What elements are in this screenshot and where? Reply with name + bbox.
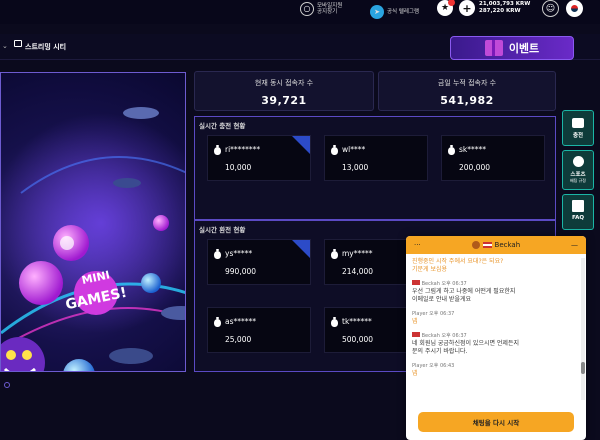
chat-message-meta: Player 오후 06:43: [412, 363, 455, 369]
nav-item-streaming-city[interactable]: 스트리밍 시티: [14, 39, 67, 52]
card-amount: 200,000: [459, 163, 491, 172]
chat-menu-icon[interactable]: ···: [414, 241, 421, 249]
new-badge: [292, 136, 310, 154]
chat-scrollbar[interactable]: [581, 258, 585, 400]
chat-message-meta: Player 오후 06:37: [412, 311, 455, 317]
deposit-section: 실시간 충전 현황 ri******** 10,000 wl**** 13,00…: [194, 116, 556, 220]
faq-icon: [572, 200, 584, 212]
money-bag-icon: [331, 317, 338, 327]
chat-close-icon[interactable]: —: [571, 241, 578, 249]
side-faq-label: FAQ: [571, 215, 585, 221]
support-sublabel: 공지창기: [317, 9, 338, 15]
chat-messages: 진행중인 시작 주에서 요대?은 되요? 기문게 보심용 Beckah 오후 0…: [406, 254, 582, 404]
balance-display: 21,003,793 KRW 287,220 KRW: [479, 1, 530, 15]
chevron-down-icon[interactable]: ⌄: [2, 42, 8, 50]
card-user: sk*****: [459, 145, 487, 154]
chat-scroll-thumb[interactable]: [581, 362, 585, 374]
event-button[interactable]: 이벤트: [450, 36, 574, 60]
card-user: wl****: [342, 145, 366, 154]
chat-message-text: 이메일로 안내 받을게요: [412, 296, 472, 303]
chat-widget: ··· Beckah — 진행중인 시작 주에서 요대?은 되요? 기문게 보심…: [406, 236, 586, 440]
event-label: 이벤트: [508, 42, 540, 55]
side-deposit-label: 충전: [572, 133, 584, 139]
money-bag-icon: [448, 145, 455, 155]
card-amount: 10,000: [225, 163, 252, 172]
cumulative-users-box: 금일 누적 접속자 수 541,982: [378, 71, 556, 111]
chat-message-text: 네 회원님 궁금하신점이 있으시면 언제든지: [412, 340, 519, 347]
money-bag-icon: [331, 145, 338, 155]
restart-chat-label: 채팅을 다시 시작: [472, 419, 520, 427]
wallet-icon: [572, 118, 584, 128]
us-flag-icon: [412, 280, 420, 285]
support-link[interactable]: ○ 모바일지원 공지창기: [300, 2, 342, 16]
top-bar: ○ 모바일지원 공지창기 ➤ 공식 텔레그램 ★ + 21,003,793 KR…: [0, 0, 600, 24]
balance-main: 21,003,793 KRW: [479, 1, 531, 7]
banner-artwork: MINI GAMES!: [1, 107, 185, 371]
tv-icon: [14, 39, 22, 47]
card-user: ri********: [225, 145, 261, 154]
card-user: tk******: [342, 317, 372, 326]
money-bag-icon: [214, 249, 221, 259]
cumulative-users-value: 541,982: [440, 94, 494, 107]
telegram-label: 공식 텔레그램: [387, 9, 420, 15]
korea-flag-icon[interactable]: [566, 0, 583, 17]
chat-message-meta: Beckah 오후 06:37: [421, 281, 467, 287]
agent-name: Beckah: [494, 241, 521, 249]
chat-message-text: 문의 주시기 바랍니다.: [412, 348, 468, 355]
withdraw-card: ys***** 990,000: [207, 239, 311, 285]
deposit-card: wl**** 13,000: [324, 135, 428, 181]
side-sports-button[interactable]: 스포츠 배팅 규정: [562, 150, 594, 190]
side-deposit-button[interactable]: 충전: [562, 110, 594, 146]
chat-message-text: 우선 그림게 하고 나중에 어떤게 필요한지: [412, 288, 516, 295]
add-funds-icon[interactable]: +: [459, 0, 475, 16]
restart-chat-button[interactable]: 채팅을 다시 시작: [418, 412, 574, 432]
agent-avatar-icon: [471, 241, 480, 249]
card-user: as******: [225, 317, 257, 326]
ball-icon: [572, 156, 584, 167]
us-flag-icon: [482, 242, 492, 248]
chat-agent: Beckah: [471, 241, 521, 249]
deposit-card: ri******** 10,000: [207, 135, 311, 181]
card-amount: 25,000: [225, 335, 252, 344]
new-badge: [292, 240, 310, 258]
profile-icon[interactable]: ☺: [542, 0, 559, 17]
telegram-icon: ➤: [370, 5, 384, 19]
concurrent-users-value: 39,721: [261, 94, 307, 107]
card-amount: 13,000: [342, 163, 369, 172]
card-amount: 500,000: [342, 335, 374, 344]
chat-message-text: 기문게 보심용: [412, 266, 448, 273]
nav-item-label: 스트리밍 시티: [25, 43, 67, 51]
concurrent-users-label: 현재 동시 접속자 수: [254, 79, 314, 87]
chat-message-text: 진행중인 시작 주에서 요대?은 되요?: [412, 258, 504, 265]
card-user: my*****: [342, 249, 373, 258]
deposit-card: sk***** 200,000: [441, 135, 545, 181]
card-amount: 214,000: [342, 267, 374, 276]
notification-dot: [448, 0, 455, 6]
gift-icon: [484, 40, 503, 56]
balance-secondary: 287,220 KRW: [479, 8, 521, 14]
chat-message-meta: Beckah 오후 06:37: [421, 333, 467, 339]
concurrent-users-box: 현재 동시 접속자 수 39,721: [194, 71, 374, 111]
telegram-link[interactable]: ➤ 공식 텔레그램: [370, 5, 419, 19]
cumulative-users-label: 금일 누적 접속자 수: [437, 79, 497, 87]
chat-message-text: 넵: [412, 370, 418, 377]
withdraw-section-title: 실시간 환전 현황: [199, 226, 246, 234]
card-user: ys*****: [225, 249, 253, 258]
carousel-dot[interactable]: [4, 382, 10, 388]
side-sports-sublabel: 배팅 규정: [570, 178, 586, 183]
deposit-section-title: 실시간 충전 현황: [199, 122, 246, 130]
money-bag-icon: [214, 317, 221, 327]
chat-message-text: 넵: [412, 318, 418, 325]
withdraw-card: as****** 25,000: [207, 307, 311, 353]
money-bag-icon: [331, 249, 338, 259]
support-icon: ○: [300, 2, 314, 16]
chat-header: ··· Beckah —: [406, 236, 586, 254]
us-flag-icon: [412, 332, 420, 337]
game-banner[interactable]: MINI GAMES!: [0, 72, 186, 372]
side-faq-button[interactable]: FAQ: [562, 194, 594, 230]
money-bag-icon: [214, 145, 221, 155]
card-amount: 990,000: [225, 267, 257, 276]
